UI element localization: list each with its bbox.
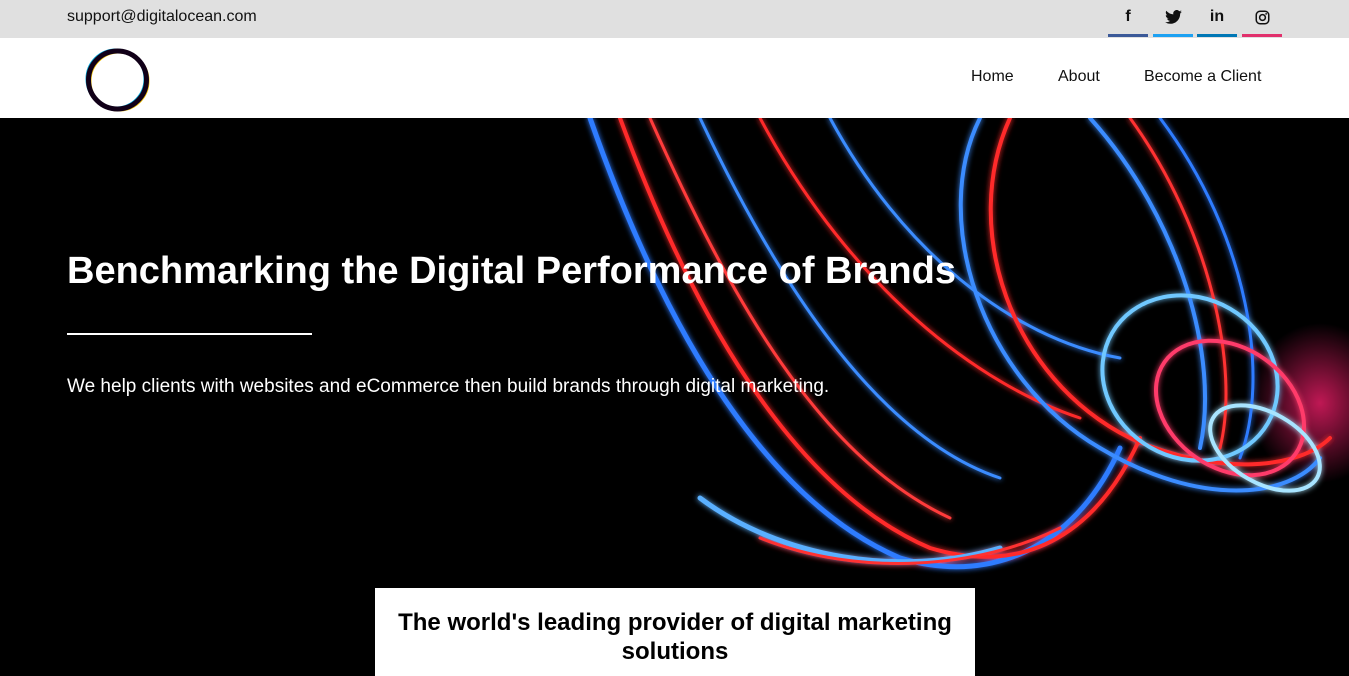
top-bar: support@digitalocean.com f in [0,0,1349,38]
hero-divider [67,333,312,335]
hero-subtitle: We help clients with websites and eComme… [67,376,830,397]
nav-become-a-client[interactable]: Become a Client [1144,68,1261,86]
hero-section: Benchmarking the Digital Performance of … [0,118,1349,676]
nav-about[interactable]: About [1058,68,1100,86]
nav-home[interactable]: Home [971,68,1014,86]
instagram-icon [1255,10,1269,24]
instagram-link[interactable] [1242,0,1282,37]
ring-logo-icon[interactable] [85,48,151,112]
twitter-icon [1164,10,1182,24]
twitter-link[interactable] [1153,0,1193,37]
hero-card: The world's leading provider of digital … [375,588,975,676]
linkedin-link[interactable]: in [1197,0,1237,37]
facebook-icon: f [1125,8,1131,25]
facebook-link[interactable]: f [1108,0,1148,37]
hero-headline: Benchmarking the Digital Performance of … [67,250,956,292]
linkedin-icon: in [1209,8,1225,25]
hero-card-heading: The world's leading provider of digital … [398,609,952,665]
support-email[interactable]: support@digitalocean.com [67,8,257,26]
main-navbar: Home About Become a Client [0,38,1349,118]
